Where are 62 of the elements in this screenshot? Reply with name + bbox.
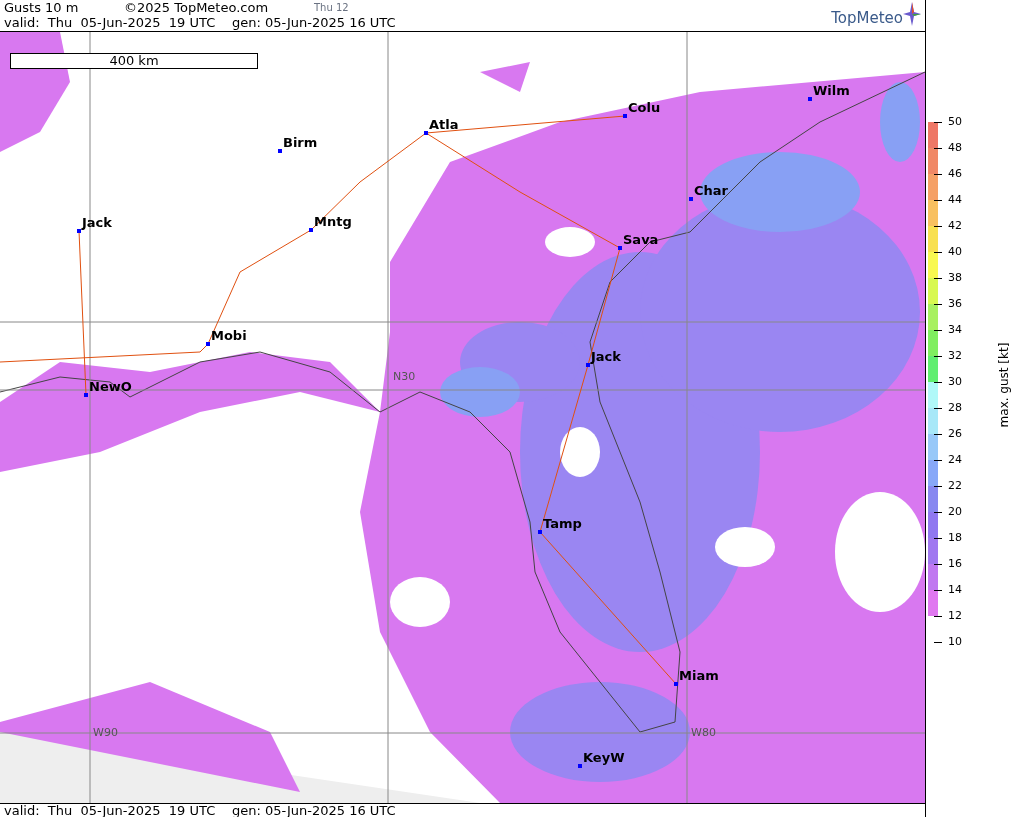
- city-marker-icon: [578, 764, 582, 768]
- city-label: Sava: [623, 232, 659, 247]
- scale-tick-label: 50: [948, 115, 962, 129]
- scale-tick-label: 38: [948, 271, 962, 285]
- scale-tick-label: 22: [948, 479, 962, 493]
- city-label: Atla: [429, 117, 459, 132]
- scale-tick-label: 32: [948, 349, 962, 363]
- city-marker-icon: [689, 197, 693, 201]
- generated-time: gen: 05-Jun-2025 16 UTC: [232, 804, 396, 817]
- scale-tick-label: 34: [948, 323, 962, 337]
- scale-tick-label: 42: [948, 219, 962, 233]
- scale-tick-label: 24: [948, 453, 962, 467]
- scale-tick-label: 40: [948, 245, 962, 259]
- city-label: Tamp: [543, 516, 582, 531]
- logo-text: TopMeteo: [831, 8, 903, 29]
- scale-tick-label: 30: [948, 375, 962, 389]
- city-marker-icon: [586, 363, 590, 367]
- city-label: Jack: [82, 215, 112, 230]
- city-label: Birm: [283, 135, 318, 150]
- generated-time: gen: 05-Jun-2025 16 UTC: [232, 15, 396, 30]
- city-label: KeyW: [583, 750, 625, 765]
- map-title: Gusts 10 m: [4, 0, 80, 15]
- scale-axis-label: max. gust [kt]: [996, 341, 1012, 430]
- city-marker-icon: [618, 246, 622, 250]
- city-label: Char: [694, 183, 728, 198]
- city-marker-icon: [538, 530, 542, 534]
- valid-time: valid: Thu 05-Jun-2025 19 UTC: [4, 804, 217, 817]
- scale-tick-label: 46: [948, 167, 962, 181]
- city-marker-icon: [206, 342, 210, 346]
- scale-tick-label: 26: [948, 427, 962, 441]
- city-marker-icon: [309, 228, 313, 232]
- city-marker-icon: [674, 682, 678, 686]
- scale-tick-label: 44: [948, 193, 962, 207]
- city-label: Wilm: [813, 83, 850, 98]
- copyright-text: ©2025 TopMeteo.com: [124, 0, 270, 15]
- city-marker-icon: [77, 229, 81, 233]
- valid-time: valid: Thu 05-Jun-2025 19 UTC: [4, 15, 217, 30]
- city-marker-icon: [808, 97, 812, 101]
- city-label: NewO: [89, 379, 132, 394]
- city-marker-icon: [623, 114, 627, 118]
- grid-label: W90: [93, 727, 118, 739]
- scale-tick-label: 14: [948, 583, 962, 597]
- scale-tick-label: 16: [948, 557, 962, 571]
- city-label: Miam: [679, 668, 719, 683]
- city-label: Jack: [591, 349, 621, 364]
- city-marker-icon: [424, 131, 428, 135]
- city-label: Colu: [628, 100, 661, 115]
- day-label: Thu 12: [314, 1, 349, 15]
- scale-tick-label: 28: [948, 401, 962, 415]
- scale-tick-label: 48: [948, 141, 962, 155]
- grid-label: N30: [393, 371, 416, 383]
- grid-label: W80: [691, 727, 716, 739]
- scale-tick-label: 20: [948, 505, 962, 519]
- scale-bar: 400 km: [10, 53, 258, 69]
- city-marker-icon: [84, 393, 88, 397]
- city-marker-icon: [278, 149, 282, 153]
- scale-tick-label: 18: [948, 531, 962, 545]
- scale-tick-label: 12: [948, 609, 962, 623]
- scale-tick-label: 10: [948, 635, 962, 649]
- compass-star-icon: [903, 2, 921, 26]
- scale-tick-label: 36: [948, 297, 962, 311]
- city-label: Mobi: [211, 328, 247, 343]
